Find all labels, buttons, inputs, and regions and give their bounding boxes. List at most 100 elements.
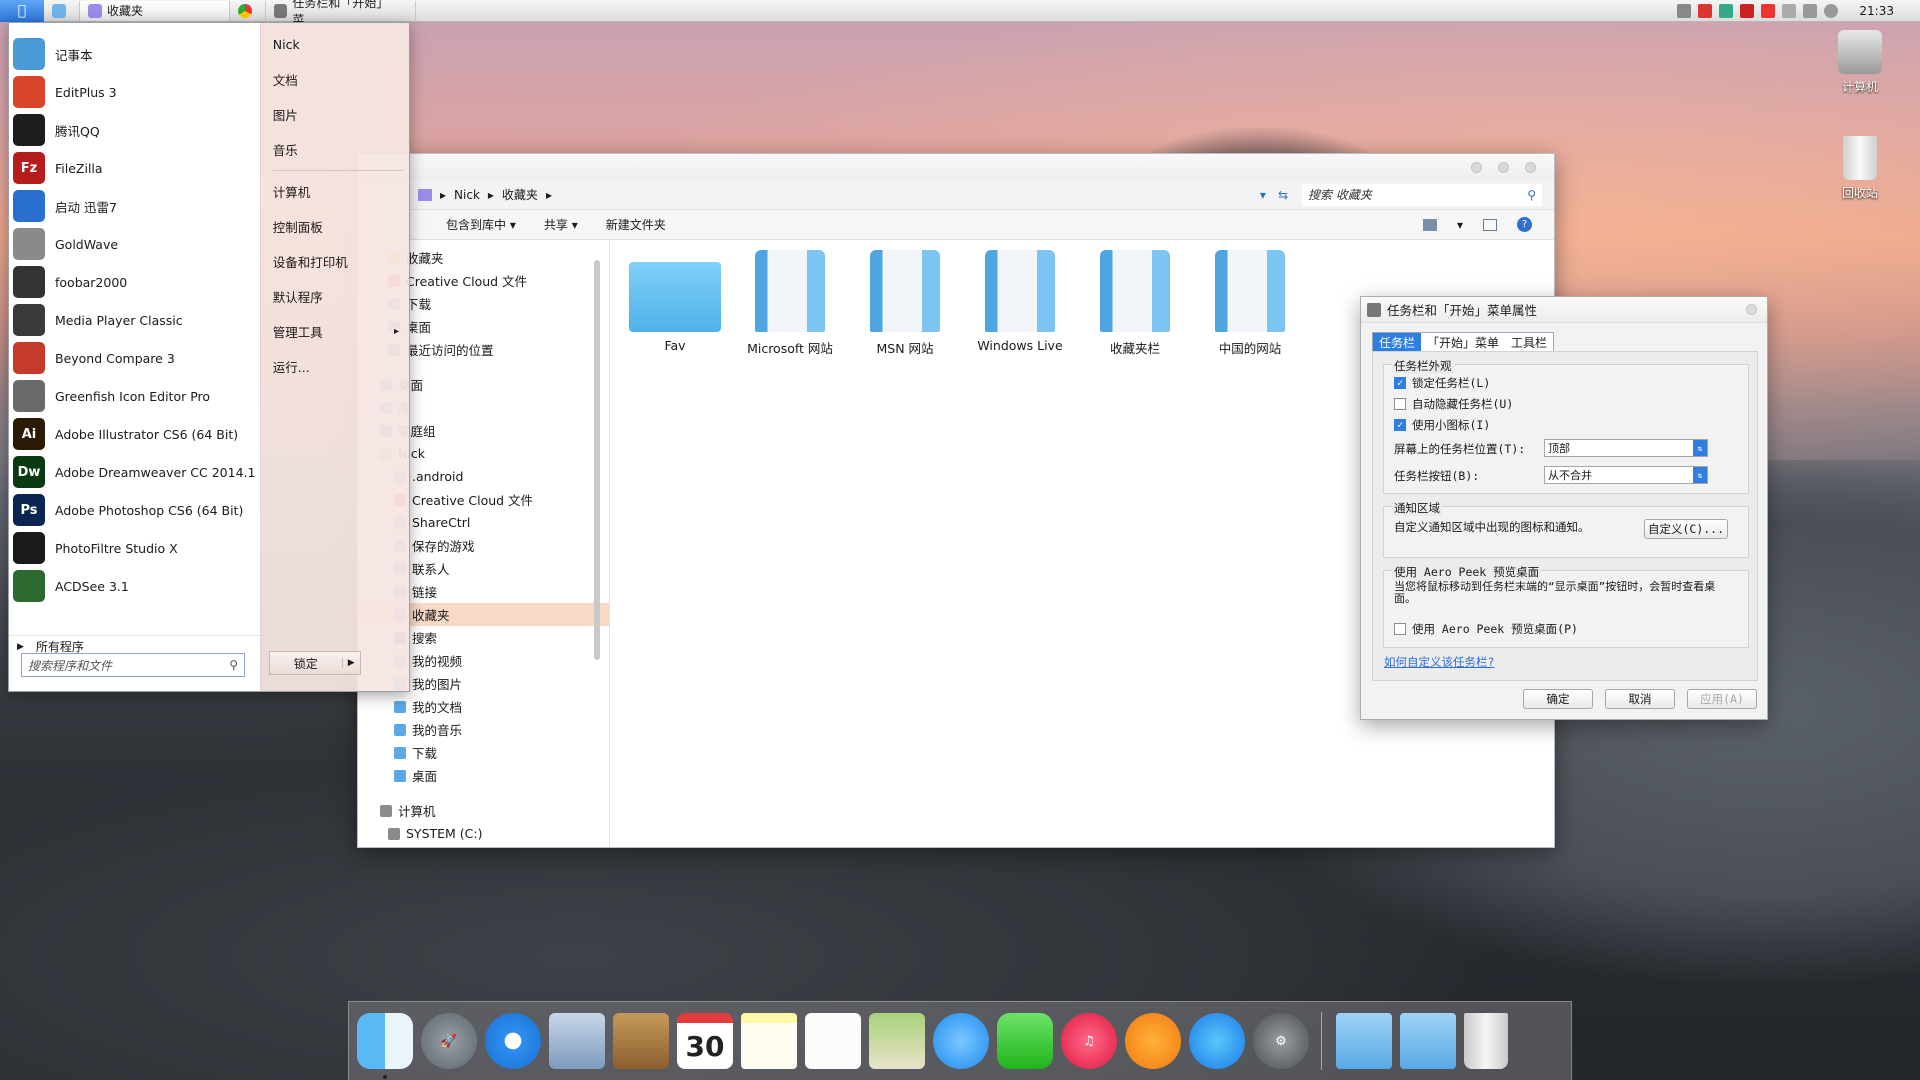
tray-icon[interactable]	[1719, 3, 1734, 18]
breadcrumb-item[interactable]: Nick	[454, 188, 480, 202]
checkbox-checked[interactable]: ✓	[1394, 419, 1406, 431]
messages-icon[interactable]	[933, 1013, 989, 1069]
scrollbar[interactable]	[594, 260, 600, 660]
start-button[interactable]: 	[0, 0, 44, 22]
documents-folder-icon[interactable]	[1400, 1013, 1456, 1069]
program-item[interactable]: EditPlus 3	[9, 73, 260, 111]
program-item[interactable]: Dw Adobe Dreamweaver CC 2014.1	[9, 453, 260, 491]
nav-item[interactable]: 我的音乐	[358, 718, 609, 741]
finder-icon[interactable]	[357, 1013, 413, 1069]
volume-icon[interactable]	[1824, 3, 1839, 18]
start-place-item[interactable]: 文档	[261, 62, 409, 97]
notes-icon[interactable]	[741, 1013, 797, 1069]
aero-peek-checkbox[interactable]: 使用 Aero Peek 预览桌面(P)	[1394, 621, 1578, 637]
help-link[interactable]: 如何自定义该任务栏?	[1384, 654, 1494, 670]
program-item[interactable]: 记事本	[9, 35, 260, 73]
calendar-icon[interactable]: 30	[677, 1013, 733, 1069]
contacts-icon[interactable]	[613, 1013, 669, 1069]
close-button[interactable]	[1525, 162, 1536, 173]
folder-item[interactable]: Fav	[620, 250, 730, 353]
tab-taskbar[interactable]: 任务栏	[1373, 333, 1422, 352]
program-item[interactable]: 腾讯QQ	[9, 111, 260, 149]
start-place-item[interactable]: 管理工具 ▸	[261, 314, 409, 349]
taskbar-chrome-icon[interactable]	[230, 0, 266, 21]
program-item[interactable]: GoldWave	[9, 225, 260, 263]
system-preferences-icon[interactable]: ⚙	[1253, 1013, 1309, 1069]
start-place-item[interactable]: 控制面板	[261, 209, 409, 244]
maps-icon[interactable]	[869, 1013, 925, 1069]
location-select[interactable]: 顶部 ⇅	[1544, 439, 1708, 457]
taskbar-item-favorites[interactable]: 收藏夹	[80, 0, 230, 21]
folder-item[interactable]: Windows Live	[965, 250, 1075, 353]
ok-button[interactable]: 确定	[1523, 689, 1593, 709]
folder-item[interactable]: MSN 网站	[850, 250, 960, 357]
trash-icon[interactable]	[1464, 1013, 1508, 1069]
program-item[interactable]: Greenfish Icon Editor Pro	[9, 377, 260, 415]
start-place-item[interactable]: 音乐	[261, 132, 409, 167]
downloads-folder-icon[interactable]	[1336, 1013, 1392, 1069]
start-place-item[interactable]: 设备和打印机	[261, 244, 409, 279]
customize-button[interactable]: 自定义(C)...	[1644, 519, 1728, 539]
nav-item[interactable]: 下载	[358, 741, 609, 764]
nav-item[interactable]: 我的文档	[358, 695, 609, 718]
include-in-library-button[interactable]: 包含到库中 ▾	[446, 216, 516, 233]
cancel-button[interactable]: 取消	[1605, 689, 1675, 709]
program-item[interactable]: Media Player Classic	[9, 301, 260, 339]
taskbar-ie-icon[interactable]	[44, 0, 80, 21]
safari-icon[interactable]	[485, 1013, 541, 1069]
chevron-down-icon[interactable]: ▾	[1457, 218, 1463, 232]
program-item[interactable]: Beyond Compare 3	[9, 339, 260, 377]
breadcrumb-item[interactable]: 收藏夹	[502, 186, 538, 203]
program-item[interactable]: Ps Adobe Photoshop CS6 (64 Bit)	[9, 491, 260, 529]
mail-icon[interactable]	[549, 1013, 605, 1069]
start-place-item[interactable]: Nick	[261, 27, 409, 62]
start-place-item[interactable]: 计算机	[261, 174, 409, 209]
program-item[interactable]: ACDSee 3.1	[9, 567, 260, 605]
tray-icon[interactable]	[1677, 3, 1692, 18]
help-icon[interactable]: ?	[1517, 217, 1532, 232]
program-item[interactable]: Fz FileZilla	[9, 149, 260, 187]
ibooks-icon[interactable]	[1125, 1013, 1181, 1069]
small-icons-checkbox[interactable]: ✓ 使用小图标(I)	[1394, 417, 1490, 433]
search-input[interactable]: 搜索 收藏夹 ⚲	[1302, 183, 1542, 206]
start-search-input[interactable]: 搜索程序和文件 ⚲	[21, 653, 245, 677]
close-button[interactable]	[1746, 304, 1757, 315]
minimize-button[interactable]	[1471, 162, 1482, 173]
maximize-button[interactable]	[1498, 162, 1509, 173]
start-place-item[interactable]: 运行...	[261, 349, 409, 384]
launchpad-icon[interactable]: 🚀	[421, 1013, 477, 1069]
tray-icon[interactable]	[1761, 3, 1776, 18]
nav-item[interactable]: SYSTEM (C:)	[358, 822, 609, 845]
start-place-item[interactable]: 图片	[261, 97, 409, 132]
tab-toolbars[interactable]: 工具栏	[1505, 333, 1553, 352]
checkbox-unchecked[interactable]	[1394, 398, 1406, 410]
view-icon[interactable]	[1422, 218, 1437, 231]
preview-pane-icon[interactable]	[1483, 218, 1497, 231]
checkbox-checked[interactable]: ✓	[1394, 377, 1406, 389]
program-item[interactable]: PhotoFiltre Studio X	[9, 529, 260, 567]
buttons-select[interactable]: 从不合并 ⇅	[1544, 466, 1708, 484]
folder-item[interactable]: 收藏夹栏	[1080, 250, 1190, 357]
new-folder-button[interactable]: 新建文件夹	[606, 216, 666, 233]
lock-taskbar-checkbox[interactable]: ✓ 锁定任务栏(L)	[1394, 375, 1490, 391]
nav-item[interactable]: 计算机	[358, 799, 609, 822]
program-item[interactable]: 启动 迅雷7	[9, 187, 260, 225]
address-bar[interactable]: ▸ Nick ▸ 收藏夹 ▸ ▾ ⇆ 搜索 收藏夹 ⚲	[358, 180, 1554, 210]
taskbar-item-properties[interactable]: 任务栏和「开始」菜...	[266, 0, 416, 27]
tab-start-menu[interactable]: 「开始」菜单	[1421, 333, 1505, 352]
clock[interactable]: 21:33	[1859, 4, 1894, 18]
folder-item[interactable]: Microsoft 网站	[735, 250, 845, 357]
tray-icon[interactable]	[1698, 3, 1713, 18]
facetime-icon[interactable]	[997, 1013, 1053, 1069]
nav-item[interactable]: 桌面	[358, 764, 609, 787]
program-item[interactable]: Ai Adobe Illustrator CS6 (64 Bit)	[9, 415, 260, 453]
apply-button[interactable]: 应用(A)	[1687, 689, 1757, 709]
itunes-icon[interactable]: ♫	[1061, 1013, 1117, 1069]
lock-button[interactable]: 锁定 ▶	[268, 651, 361, 675]
refresh-icon[interactable]: ⇆	[1278, 188, 1288, 202]
folder-item[interactable]: 中国的网站	[1195, 250, 1305, 357]
app-store-icon[interactable]	[1189, 1013, 1245, 1069]
program-item[interactable]: foobar2000	[9, 263, 260, 301]
reminders-icon[interactable]	[805, 1013, 861, 1069]
auto-hide-checkbox[interactable]: 自动隐藏任务栏(U)	[1394, 396, 1513, 412]
